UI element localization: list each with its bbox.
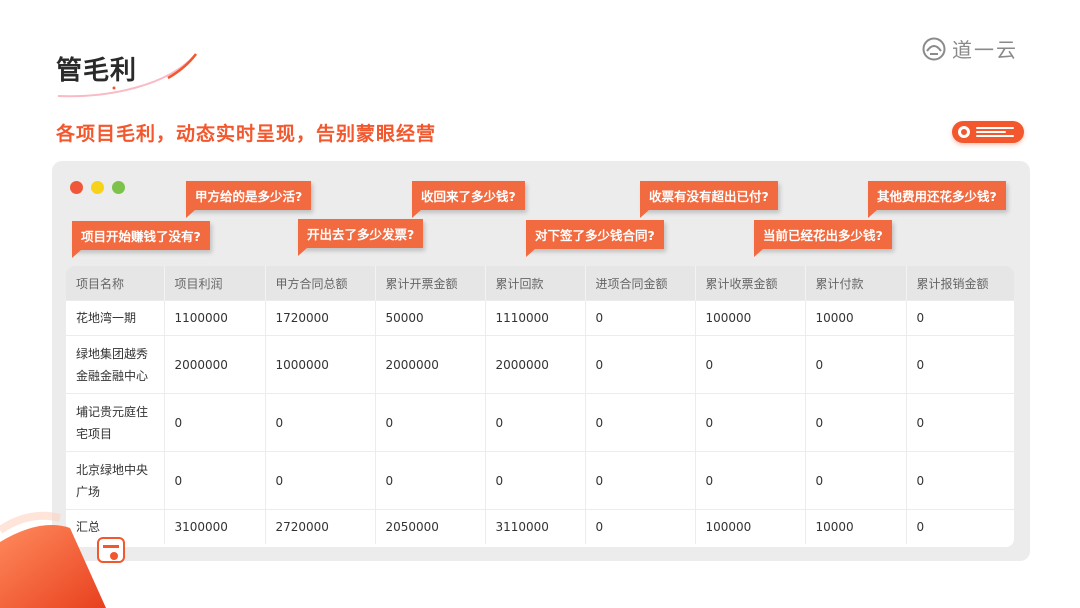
table-row[interactable]: 埔记贵元庭住宅项目 0 0 0 0 0 0 0 0 (66, 393, 1014, 452)
maximize-dot-icon[interactable] (112, 181, 125, 194)
calendar-icon (97, 537, 125, 563)
table-cell: 0 (585, 335, 696, 394)
table-cell: 2050000 (375, 509, 486, 544)
question-tag: 项目开始赚钱了没有? (72, 221, 210, 258)
table-cell: 0 (805, 451, 907, 510)
table-cell: 0 (485, 393, 586, 452)
table-cell: 0 (695, 335, 806, 394)
table-cell: 2720000 (265, 509, 376, 544)
table-row[interactable]: 绿地集团越秀金融金融中心 2000000 1000000 2000000 200… (66, 335, 1014, 394)
pill-line-icon (976, 131, 1006, 133)
question-tag: 其他费用还花多少钱? (868, 181, 1006, 218)
question-tag: 当前已经花出多少钱? (754, 220, 892, 257)
brand-name: 道一云 (952, 38, 1018, 62)
table-cell: 0 (265, 393, 376, 452)
table-cell: 0 (695, 451, 806, 510)
corner-decoration (0, 511, 125, 608)
table-cell: 2000000 (375, 335, 486, 394)
table-cell: 2000000 (485, 335, 586, 394)
table-cell: 1110000 (485, 300, 586, 336)
column-header[interactable]: 累计回款 (485, 266, 586, 301)
table-cell: 0 (585, 300, 696, 336)
column-header[interactable]: 累计付款 (805, 266, 907, 301)
question-tag: 开出去了多少发票? (298, 219, 424, 256)
pill-dot-icon (958, 126, 970, 138)
table-cell: 0 (585, 509, 696, 544)
table-cell: 0 (695, 393, 806, 452)
table-cell: 埔记贵元庭住宅项目 (66, 393, 165, 452)
pill-line-icon (976, 135, 1014, 137)
pill-line-icon (976, 127, 1014, 129)
column-header[interactable]: 项目利润 (164, 266, 266, 301)
page-subtitle: 各项目毛利，动态实时呈现，告别蒙眼经营 (56, 123, 437, 145)
table-cell: 100000 (695, 300, 806, 336)
column-header[interactable]: 甲方合同总额 (265, 266, 376, 301)
table-cell: 0 (164, 393, 266, 452)
profit-table: 项目名称 项目利润 甲方合同总额 累计开票金额 累计回款 进项合同金额 累计收票… (66, 266, 1014, 547)
table-row[interactable]: 花地湾一期 1100000 1720000 50000 1110000 0 10… (66, 300, 1014, 336)
table-cell: 0 (585, 451, 696, 510)
table-cell: 0 (906, 509, 1014, 544)
table-cell: 0 (164, 451, 266, 510)
question-tag: 收回来了多少钱? (412, 181, 525, 218)
column-header[interactable]: 项目名称 (66, 266, 165, 301)
table-cell: 花地湾一期 (66, 300, 165, 336)
close-dot-icon[interactable] (70, 181, 83, 194)
table-cell: 1100000 (164, 300, 266, 336)
table-cell: 0 (375, 451, 486, 510)
question-tag: 收票有没有超出已付? (640, 181, 778, 218)
table-cell: 2000000 (164, 335, 266, 394)
column-header[interactable]: 累计收票金额 (695, 266, 806, 301)
column-header[interactable]: 累计开票金额 (375, 266, 486, 301)
table-cell: 绿地集团越秀金融金融中心 (66, 335, 165, 394)
table-cell: 0 (485, 451, 586, 510)
table-cell: 10000 (805, 509, 907, 544)
app-window: 项目开始赚钱了没有? 甲方给的是多少活? 开出去了多少发票? 收回来了多少钱? … (52, 161, 1030, 561)
menu-pill-button[interactable] (952, 121, 1024, 143)
minimize-dot-icon[interactable] (91, 181, 104, 194)
column-header[interactable]: 累计报销金额 (906, 266, 1014, 301)
question-tag: 甲方给的是多少活? (186, 181, 312, 218)
table-cell: 50000 (375, 300, 486, 336)
table-cell: 1720000 (265, 300, 376, 336)
table-cell: 10000 (805, 300, 907, 336)
table-cell: 0 (265, 451, 376, 510)
window-controls (70, 181, 125, 194)
brand-logo: 道一云 (922, 34, 1018, 63)
table-cell: 100000 (695, 509, 806, 544)
table-cell: 0 (906, 335, 1014, 394)
table-cell: 3100000 (164, 509, 266, 544)
column-header[interactable]: 进项合同金额 (585, 266, 696, 301)
brand-mark-icon (922, 37, 946, 60)
table-cell: 0 (375, 393, 486, 452)
table-header-row: 项目名称 项目利润 甲方合同总额 累计开票金额 累计回款 进项合同金额 累计收票… (66, 266, 1014, 301)
table-row[interactable]: 北京绿地中央广场 0 0 0 0 0 0 0 0 (66, 451, 1014, 510)
table-cell: 0 (906, 451, 1014, 510)
table-cell: 0 (585, 393, 696, 452)
table-cell: 0 (805, 335, 907, 394)
page-title: 管毛利 (56, 56, 138, 86)
table-cell: 1000000 (265, 335, 376, 394)
table-cell: 0 (906, 393, 1014, 452)
table-cell: 3110000 (485, 509, 586, 544)
table-cell: 0 (906, 300, 1014, 336)
table-row[interactable]: 汇总 3100000 2720000 2050000 3110000 0 100… (66, 509, 1014, 544)
question-tag: 对下签了多少钱合同? (526, 220, 664, 257)
table-cell: 0 (805, 393, 907, 452)
